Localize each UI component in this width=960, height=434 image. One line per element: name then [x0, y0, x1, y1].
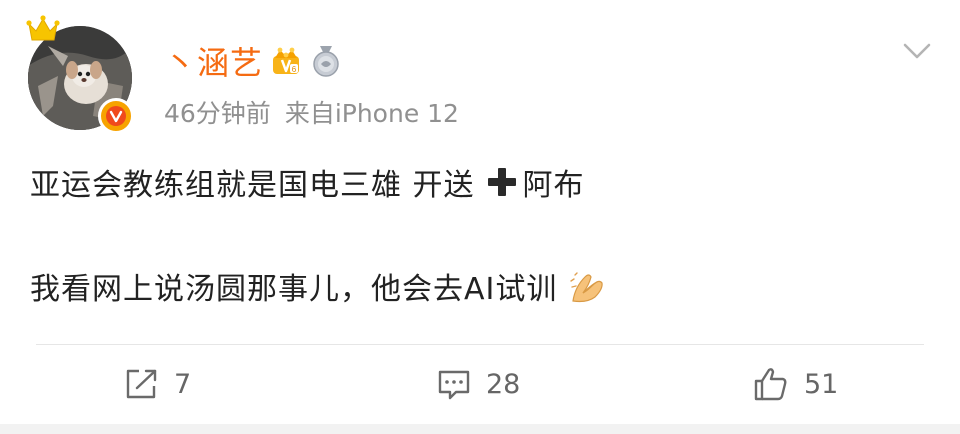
thumbs-up-icon [754, 368, 787, 401]
svg-text:6: 6 [292, 65, 297, 74]
post-text-segment: 亚运会教练组就是国电三雄 开送 [30, 168, 475, 203]
avatar-container[interactable] [26, 14, 136, 134]
heavy-plus-icon [487, 168, 516, 196]
comment-count: 28 [486, 368, 521, 400]
bottom-separator [0, 424, 960, 434]
medal-badge-icon[interactable] [309, 44, 343, 78]
repost-button[interactable]: 7 [124, 362, 191, 406]
repost-icon [126, 369, 157, 399]
post-source[interactable]: 来自iPhone 12 [285, 94, 459, 130]
post-text-line-2: 我看网上说汤圆那事儿，他会去AI试训 [30, 264, 609, 308]
folded-hands-emoji-icon [570, 272, 604, 303]
post-meta: 46分钟前 来自iPhone 12 [164, 94, 459, 130]
weibo-post-card: 丶涵艺 6 46分钟前 来自iPhone 12 亚运会教练组就是国电三雄 开送 [0, 0, 960, 434]
vip-crown-badge-icon[interactable]: 6 [269, 44, 303, 78]
crown-icon [26, 15, 60, 41]
comment-icon [438, 370, 470, 400]
verified-v-icon [98, 98, 134, 134]
repost-count: 7 [174, 368, 192, 400]
post-text-segment: 我看网上说汤圆那事儿，他会去AI试训 [30, 272, 558, 307]
author-row: 丶涵艺 6 [164, 38, 343, 84]
post-time: 46分钟前 [164, 99, 271, 128]
like-button[interactable]: 51 [752, 362, 838, 406]
chevron-down-icon[interactable] [902, 40, 932, 62]
post-text-segment: 阿布 [522, 168, 585, 203]
post-text-line-1: 亚运会教练组就是国电三雄 开送 阿布 [30, 160, 585, 204]
author-name[interactable]: 丶涵艺 [164, 38, 263, 84]
comment-button[interactable]: 28 [436, 362, 520, 406]
like-count: 51 [804, 368, 839, 400]
divider [36, 344, 924, 345]
